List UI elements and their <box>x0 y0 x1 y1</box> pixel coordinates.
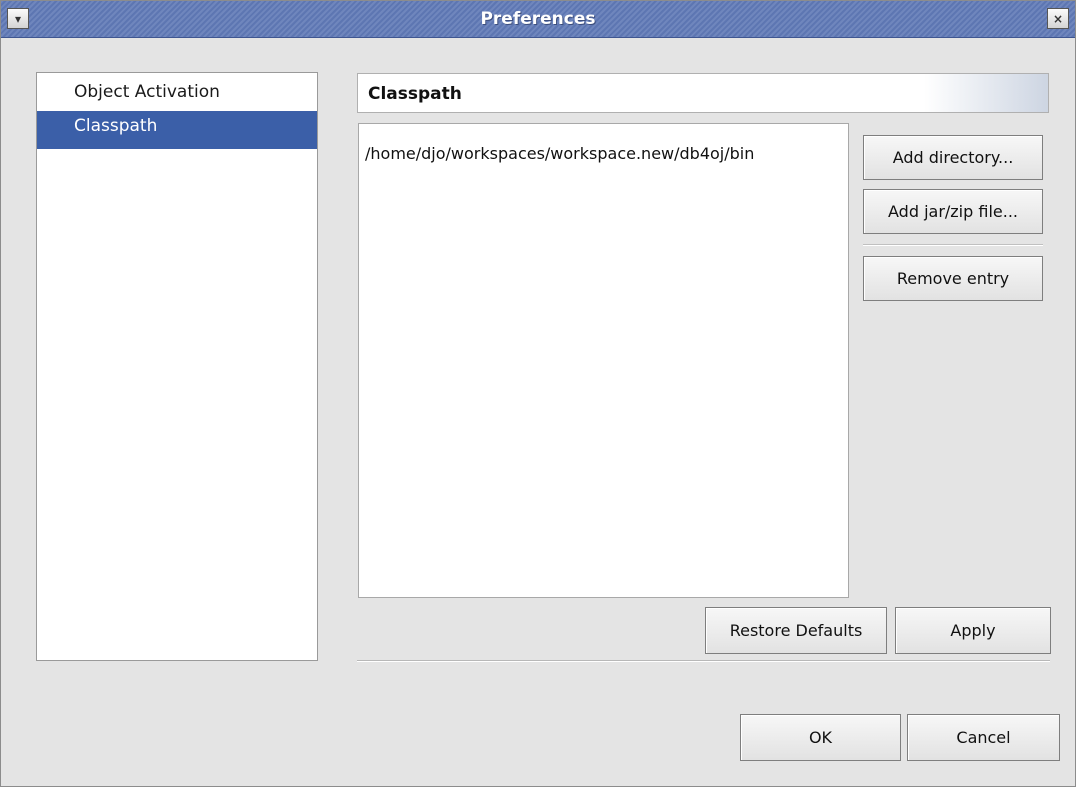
title-bar[interactable]: ▾ Preferences × <box>1 1 1075 38</box>
window-title: Preferences <box>480 9 596 29</box>
ok-button[interactable]: OK <box>740 714 901 761</box>
nav-item-object-activation[interactable]: Object Activation <box>37 73 317 111</box>
add-directory-button[interactable]: Add directory... <box>863 135 1043 180</box>
page-title: Classpath <box>368 84 462 104</box>
preference-page-list: Object Activation Classpath <box>36 72 318 661</box>
cancel-button[interactable]: Cancel <box>907 714 1060 761</box>
preferences-window: ▾ Preferences × Object Activation Classp… <box>0 0 1076 787</box>
apply-button[interactable]: Apply <box>895 607 1051 654</box>
classpath-entry-list[interactable]: /home/djo/workspaces/workspace.new/db4oj… <box>358 123 849 598</box>
button-divider <box>863 244 1043 246</box>
divider <box>357 660 1050 662</box>
close-icon[interactable]: × <box>1047 8 1069 29</box>
nav-item-classpath[interactable]: Classpath <box>37 111 317 149</box>
page-header: Classpath <box>357 73 1049 113</box>
restore-defaults-button[interactable]: Restore Defaults <box>705 607 887 654</box>
remove-entry-button[interactable]: Remove entry <box>863 256 1043 301</box>
list-item[interactable]: /home/djo/workspaces/workspace.new/db4oj… <box>359 124 848 163</box>
add-jar-zip-button[interactable]: Add jar/zip file... <box>863 189 1043 234</box>
